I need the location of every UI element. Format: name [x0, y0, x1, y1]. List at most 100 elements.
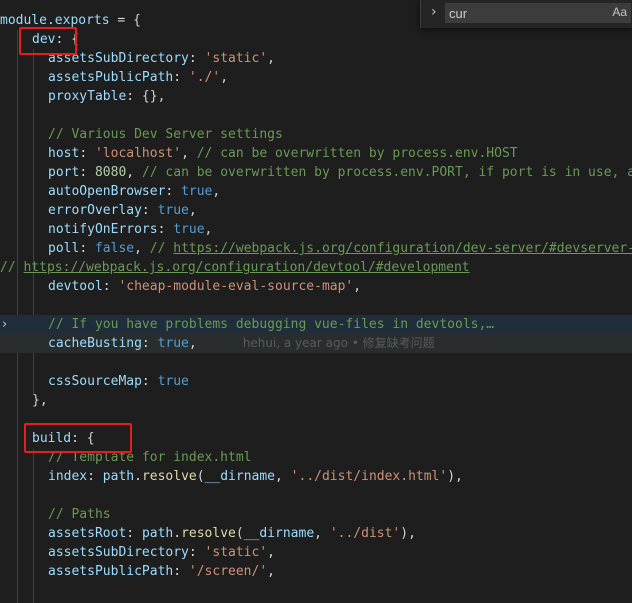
comment: // Paths: [48, 507, 111, 522]
code-line[interactable]: proxyTable: {},: [0, 87, 632, 106]
token: true: [157, 374, 189, 389]
token: ,: [353, 279, 362, 294]
token: :: [188, 545, 205, 560]
token: notifyOnErrors: [48, 222, 158, 237]
token: '../dist/index.html': [290, 469, 448, 484]
code-line[interactable]: index: path.resolve(__dirname, '../dist/…: [0, 467, 632, 486]
token: ,: [267, 564, 275, 579]
token: port: [48, 165, 80, 180]
token: ,: [204, 222, 213, 237]
token: :: [141, 336, 158, 351]
code-line[interactable]: host: 'localhost', // can be overwritten…: [0, 144, 632, 163]
token: :: [157, 222, 174, 237]
token: :: [126, 526, 142, 541]
match-case-toggle[interactable]: Aa: [612, 5, 627, 19]
token: .: [46, 13, 55, 28]
code-line[interactable]: poll: false, // https://webpack.js.org/c…: [0, 239, 632, 258]
token: 'static': [204, 545, 268, 560]
token: 'cheap-module-eval-source-map': [118, 279, 354, 294]
token: exports: [54, 13, 110, 28]
code-line[interactable]: port: 8080, // can be overwritten by pro…: [0, 163, 632, 182]
token: 'localhost': [94, 146, 182, 161]
code-line[interactable]: // https://webpack.js.org/configuration/…: [0, 258, 632, 277]
token: devtool: [48, 279, 103, 294]
code-line[interactable]: },: [0, 391, 632, 410]
token: .: [173, 526, 182, 541]
comment: //: [149, 241, 174, 256]
token: errorOverlay: [48, 203, 142, 218]
token: assetsSubDirectory: [48, 545, 189, 560]
token: cssSourceMap: [48, 374, 142, 389]
token: :: [79, 165, 95, 180]
token: :: [188, 51, 205, 66]
find-input[interactable]: [445, 3, 631, 23]
token: (: [235, 526, 244, 541]
token: : {},: [126, 89, 166, 104]
token: poll: [48, 241, 80, 256]
token: ,: [181, 146, 197, 161]
token: resolve: [181, 526, 236, 541]
comment-link[interactable]: https://webpack.js.org/configuration/dev…: [23, 260, 469, 275]
token: ,: [188, 336, 197, 351]
token: index: [48, 469, 88, 484]
comment: // can be overwritten by process.env.HOS…: [196, 146, 518, 161]
code-line[interactable]: // Various Dev Server settings: [0, 125, 632, 144]
code-line[interactable]: cssSourceMap: true: [0, 372, 632, 391]
fold-chevron-icon[interactable]: ›: [2, 317, 7, 332]
highlight-box-dev: [19, 27, 77, 55]
comment-link[interactable]: https://webpack.js.org/configuration/dev…: [173, 241, 632, 256]
chevron-right-icon[interactable]: ›: [431, 4, 437, 20]
code-line[interactable]: assetsSubDirectory: 'static',: [0, 49, 632, 68]
code-line-folded[interactable]: // If you have problems debugging vue-fi…: [0, 315, 632, 334]
git-blame-annotation: hehui, a year ago • 修复缺考问题: [242, 336, 435, 350]
token: 'static': [204, 51, 268, 66]
token: 8080: [94, 165, 127, 180]
token: :: [165, 184, 182, 199]
token: true: [157, 203, 189, 218]
code-line-current[interactable]: cacheBusting: true, hehui, a year ago • 修…: [0, 334, 632, 353]
code-line[interactable]: devtool: 'cheap-module-eval-source-map',: [0, 277, 632, 296]
token: ,: [267, 51, 275, 66]
comment: // Various Dev Server settings: [48, 127, 283, 142]
token: __dirname: [204, 469, 276, 484]
code-editor[interactable]: module.exports = { dev: { assetsSubDirec…: [0, 0, 632, 603]
token: ,: [212, 184, 221, 199]
token: ,: [134, 241, 150, 256]
token: :: [173, 70, 189, 85]
token: :: [79, 146, 95, 161]
token: :: [102, 279, 119, 294]
code-line[interactable]: assetsPublicPath: './',: [0, 68, 632, 87]
token: assetsRoot: [48, 526, 127, 541]
token: proxyTable: [48, 89, 127, 104]
token: true: [181, 184, 213, 199]
token: '/screen/': [188, 564, 268, 579]
code-line[interactable]: dev: {: [0, 30, 632, 49]
token: ),: [400, 526, 416, 541]
token: true: [173, 222, 205, 237]
token: __dirname: [243, 526, 315, 541]
code-line[interactable]: errorOverlay: true,: [0, 201, 632, 220]
token: false: [94, 241, 135, 256]
code-line[interactable]: assetsPublicPath: '/screen/',: [0, 562, 632, 581]
token: assetsPublicPath: [48, 564, 174, 579]
token: = {: [109, 13, 141, 28]
token: module: [0, 13, 47, 28]
token: assetsPublicPath: [48, 70, 174, 85]
token: .: [134, 469, 142, 484]
token: resolve: [141, 469, 197, 484]
token: path: [141, 526, 174, 541]
token: host: [48, 146, 80, 161]
code-line[interactable]: notifyOnErrors: true,: [0, 220, 632, 239]
code-line[interactable]: // Paths: [0, 505, 632, 524]
token: ,: [275, 469, 291, 484]
token: :: [87, 469, 103, 484]
token: ,: [267, 545, 275, 560]
token: (: [196, 469, 205, 484]
token: :: [173, 564, 189, 579]
code-line[interactable]: autoOpenBrowser: true,: [0, 182, 632, 201]
comment: // can be overwritten by process.env.POR…: [141, 165, 632, 180]
code-line[interactable]: assetsRoot: path.resolve(__dirname, '../…: [0, 524, 632, 543]
token: './': [188, 70, 221, 85]
code-line[interactable]: assetsSubDirectory: 'static',: [0, 543, 632, 562]
token: ,: [188, 203, 197, 218]
